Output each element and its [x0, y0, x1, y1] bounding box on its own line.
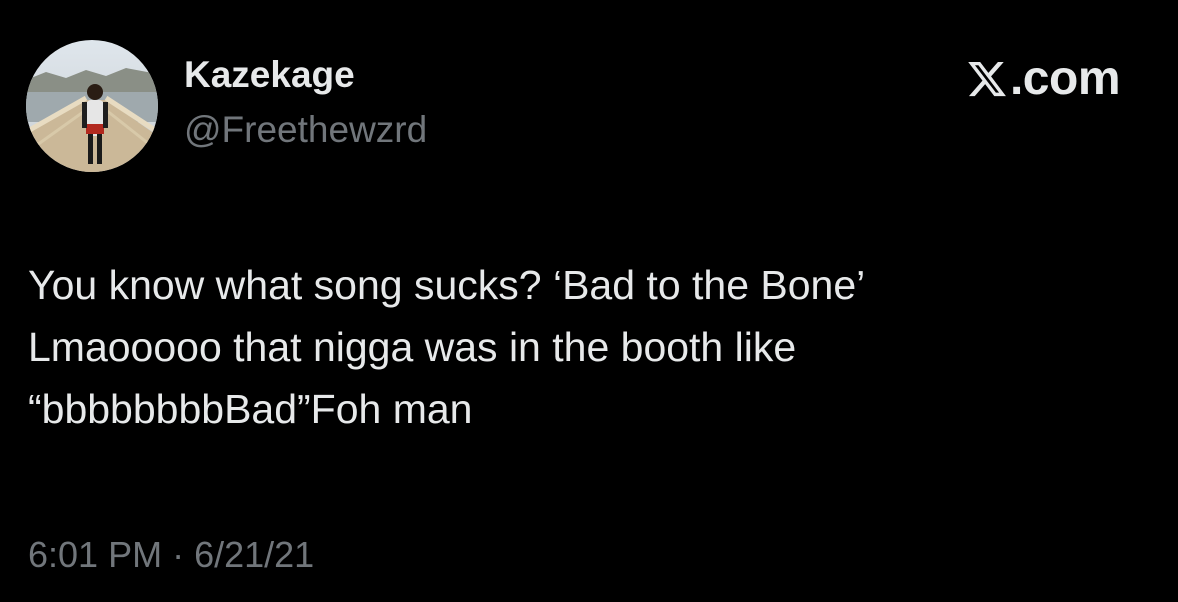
meta-separator: · [172, 534, 185, 575]
avatar-image [26, 40, 158, 172]
tweet-line: You know what song sucks? ‘Bad to the Bo… [28, 262, 866, 308]
avatar[interactable] [26, 40, 158, 172]
display-name[interactable]: Kazekage [184, 52, 355, 98]
tweet-date: 6/21/21 [194, 534, 315, 575]
tweet-timestamp[interactable]: 6:01 PM · 6/21/21 [28, 532, 314, 578]
user-handle[interactable]: @Freethewzrd [184, 107, 427, 153]
brand-watermark: .com [966, 52, 1121, 106]
tweet-text: You know what song sucks? ‘Bad to the Bo… [28, 254, 1138, 440]
x-logo-icon [968, 61, 1006, 97]
brand-domain-suffix: .com [1009, 52, 1121, 105]
tweet-line: Lmaooooo that nigga was in the booth lik… [28, 324, 797, 370]
tweet-card: Kazekage @Freethewzrd .com You know what… [0, 0, 1178, 602]
tweet-time: 6:01 PM [28, 534, 163, 575]
tweet-line: “bbbbbbbbBad”Foh man [28, 386, 473, 432]
